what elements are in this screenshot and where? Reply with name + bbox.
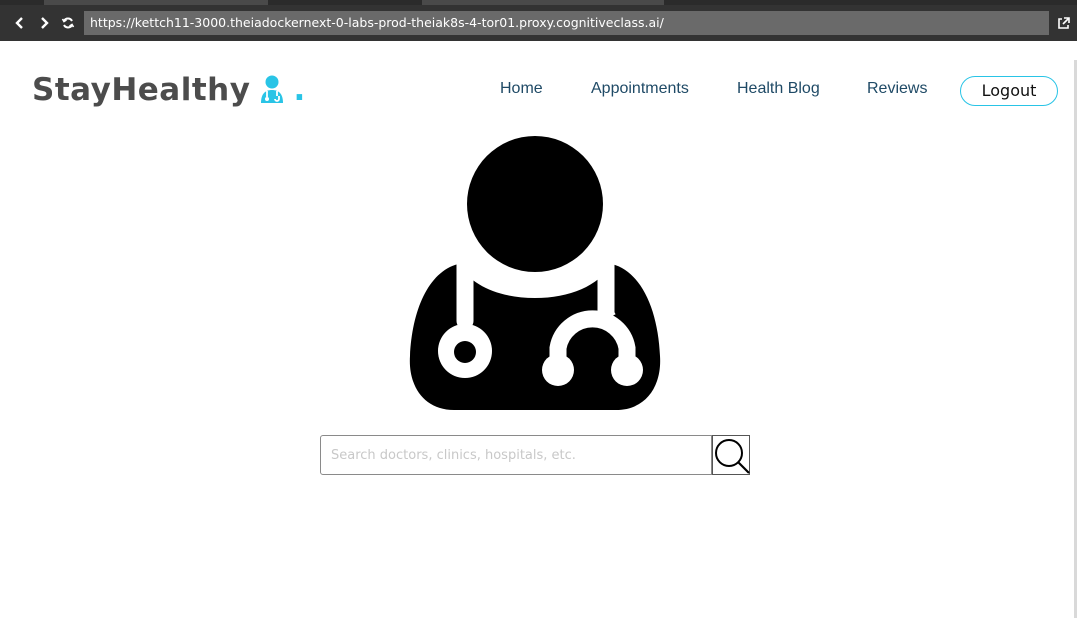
- reload-icon[interactable]: [60, 15, 76, 31]
- nav-appointments[interactable]: Appointments: [591, 78, 689, 100]
- search-input[interactable]: [320, 435, 712, 475]
- open-external-icon[interactable]: [1056, 15, 1072, 31]
- back-icon[interactable]: [12, 15, 28, 31]
- nav-health-blog[interactable]: Health Blog: [737, 78, 820, 100]
- doctor-stethoscope-icon: [409, 136, 661, 410]
- brand-logo[interactable]: StayHealthy .: [32, 70, 306, 110]
- browser-toolbar: https://kettch11-3000.theiadockernext-0-…: [0, 5, 1077, 41]
- forward-icon[interactable]: [36, 15, 52, 31]
- logout-button[interactable]: Logout: [960, 76, 1058, 106]
- brand-name: StayHealthy: [32, 72, 251, 108]
- nav-reviews[interactable]: Reviews: [867, 78, 927, 100]
- magnifier-icon: [715, 439, 750, 474]
- search-button[interactable]: [712, 435, 750, 475]
- nav-home[interactable]: Home: [500, 78, 543, 100]
- address-bar[interactable]: https://kettch11-3000.theiadockernext-0-…: [84, 11, 1049, 35]
- search-bar: [320, 435, 750, 475]
- doctor-logo-icon: [261, 75, 284, 103]
- brand-dot: .: [293, 72, 306, 108]
